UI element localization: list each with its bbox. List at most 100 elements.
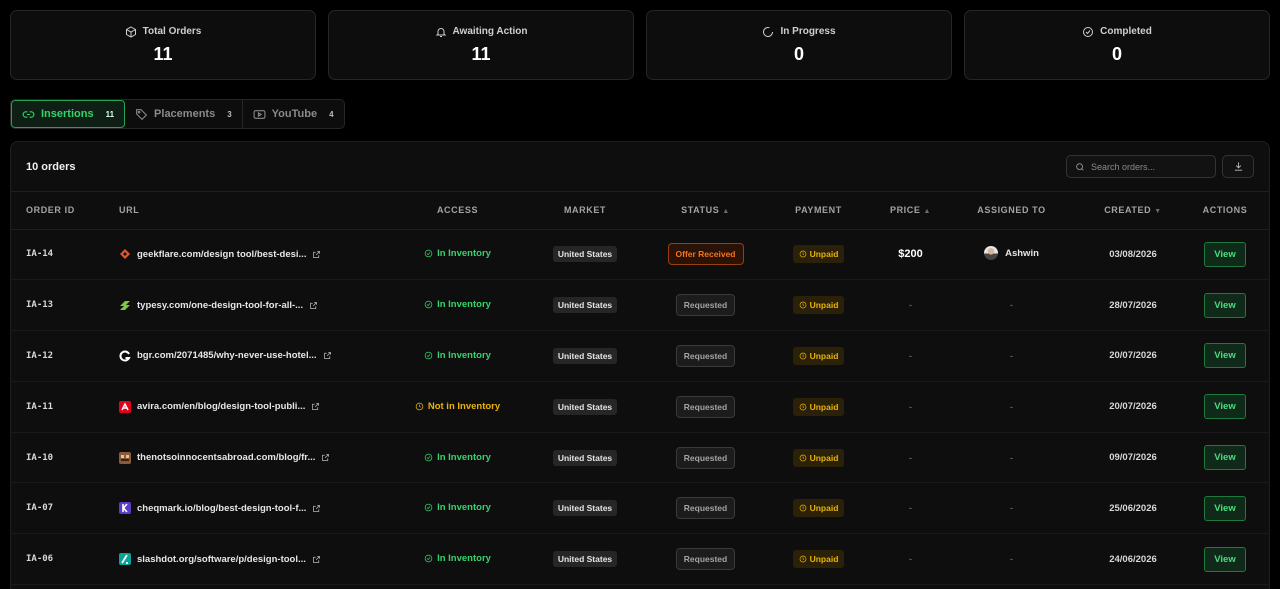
assignee: - bbox=[936, 533, 1087, 586]
stat-value: 0 bbox=[793, 43, 804, 64]
price: - bbox=[885, 432, 936, 484]
status-badge: Requested bbox=[675, 395, 736, 418]
order-id: IA-12 bbox=[11, 330, 104, 382]
avatar bbox=[984, 246, 999, 261]
tab-count: 4 bbox=[329, 109, 334, 119]
price: - bbox=[885, 279, 936, 332]
url-text: avira.com/en/blog/design-tool-publi... bbox=[137, 401, 306, 413]
payment-text: Unpaid bbox=[809, 401, 839, 412]
order-type-tabs: Insertions 11 Placements 3 YouTube 4 bbox=[10, 99, 345, 129]
external-link-icon bbox=[312, 403, 320, 411]
col-status[interactable]: STATUS ▲ bbox=[659, 192, 752, 230]
clock-icon bbox=[799, 555, 806, 563]
view-button[interactable]: View bbox=[1204, 394, 1246, 420]
stat-card-completed: Completed 0 bbox=[964, 10, 1270, 80]
link-icon bbox=[22, 110, 35, 118]
sort-up-icon: ▲ bbox=[722, 208, 730, 216]
view-button[interactable]: View bbox=[1204, 292, 1246, 318]
url-link[interactable]: avira.com/en/blog/design-tool-publi... bbox=[119, 400, 404, 413]
col-url: URL bbox=[104, 192, 404, 230]
order-id: IA-06 bbox=[11, 533, 104, 586]
bgr-favicon-icon bbox=[119, 350, 131, 362]
tab-insertions[interactable]: Insertions 11 bbox=[11, 100, 126, 128]
payment-badge: Unpaid bbox=[792, 346, 845, 365]
market-badge: United States bbox=[552, 297, 618, 314]
order-id: IA-11 bbox=[11, 381, 104, 433]
external-link-icon bbox=[310, 301, 317, 309]
status-badge: Offer Received bbox=[667, 243, 744, 266]
col-created[interactable]: CREATED ▼ bbox=[1087, 192, 1179, 230]
price: - bbox=[885, 533, 936, 586]
status-badge: Requested bbox=[675, 344, 736, 367]
market-badge: United States bbox=[552, 398, 618, 415]
payment-text: Unpaid bbox=[809, 452, 839, 463]
sort-down-icon: ▼ bbox=[1154, 208, 1162, 216]
view-button[interactable]: View bbox=[1204, 241, 1246, 267]
url-text: thenotsoinnocentsabroad.com/blog/fr... bbox=[137, 452, 316, 464]
stat-value: 0 bbox=[1111, 43, 1122, 64]
view-button[interactable]: View bbox=[1204, 495, 1246, 521]
access-badge: In Inventory bbox=[424, 553, 491, 564]
table-row: IA-07 cheqmark.io/blog/best-design-tool-… bbox=[11, 482, 1269, 535]
url-link[interactable]: cheqmark.io/blog/best-design-tool-f... bbox=[119, 502, 404, 515]
tab-youtube[interactable]: YouTube 4 bbox=[243, 100, 344, 128]
assignee-name: Ashwin bbox=[1005, 247, 1039, 259]
payment-text: Unpaid bbox=[809, 554, 839, 565]
stat-card-in-progress: In Progress 0 bbox=[646, 10, 952, 80]
col-price[interactable]: PRICE ▲ bbox=[885, 192, 936, 230]
orders-panel: 10 orders ORDER ID URL ACCESS MARKET STA… bbox=[10, 141, 1270, 589]
stat-label: In Progress bbox=[780, 26, 836, 37]
view-button[interactable]: View bbox=[1204, 546, 1246, 572]
access-badge: In Inventory bbox=[424, 299, 491, 310]
url-link[interactable]: slashdot.org/software/p/design-tool... bbox=[119, 553, 404, 566]
table-row: IA-13 typesy.com/one-design-tool-for-all… bbox=[11, 279, 1269, 332]
order-id: IA-07 bbox=[11, 482, 104, 535]
external-link-icon bbox=[322, 454, 330, 461]
clock-icon bbox=[799, 403, 806, 411]
cheqmark-favicon-icon bbox=[119, 502, 131, 515]
payment-badge: Unpaid bbox=[792, 550, 845, 569]
assignee: - bbox=[936, 381, 1087, 433]
view-button[interactable]: View bbox=[1204, 343, 1246, 369]
assignee: - bbox=[936, 279, 1087, 332]
col-order-id: ORDER ID bbox=[11, 192, 104, 230]
url-link[interactable]: typesy.com/one-design-tool-for-all-... bbox=[119, 299, 404, 311]
external-link-icon bbox=[323, 352, 331, 360]
url-text: bgr.com/2071485/why-never-use-hotel... bbox=[137, 350, 317, 362]
col-created-label: CREATED bbox=[1104, 205, 1152, 216]
url-link[interactable]: bgr.com/2071485/why-never-use-hotel... bbox=[119, 350, 404, 362]
thenotsoinnocentsabroad-favicon-icon bbox=[119, 451, 131, 464]
check-circle-icon bbox=[424, 554, 433, 563]
table-row: IA-10 thenotsoinnocentsabroad.com/blog/f… bbox=[11, 432, 1269, 484]
panel-header: 10 orders bbox=[11, 142, 1269, 192]
created-date: 09/07/2026 bbox=[1087, 432, 1179, 484]
tab-label: YouTube bbox=[271, 108, 318, 120]
clock-icon bbox=[799, 505, 806, 512]
col-actions: ACTIONS bbox=[1179, 192, 1269, 230]
assignee: - bbox=[936, 330, 1087, 382]
price: $200 bbox=[885, 229, 936, 281]
check-circle-icon bbox=[424, 453, 433, 461]
search-box bbox=[1066, 155, 1216, 178]
tab-label: Placements bbox=[154, 108, 216, 120]
status-badge: Requested bbox=[675, 446, 736, 469]
tab-count: 11 bbox=[105, 109, 115, 119]
order-id: IA-10 bbox=[11, 432, 104, 484]
stat-card-awaiting-action: Awaiting Action 11 bbox=[328, 10, 634, 80]
price: - bbox=[885, 330, 936, 382]
download-button[interactable] bbox=[1222, 155, 1254, 178]
url-text: cheqmark.io/blog/best-design-tool-f... bbox=[137, 502, 307, 514]
access-text: In Inventory bbox=[437, 553, 491, 565]
url-text: typesy.com/one-design-tool-for-all-... bbox=[137, 299, 304, 311]
view-button[interactable]: View bbox=[1204, 445, 1246, 471]
url-link[interactable]: geekflare.com/design tool/best-desi... bbox=[119, 248, 404, 260]
url-link[interactable]: thenotsoinnocentsabroad.com/blog/fr... bbox=[119, 451, 404, 464]
tab-placements[interactable]: Placements 3 bbox=[125, 100, 243, 128]
assignee: Ashwin bbox=[984, 246, 1039, 261]
download-icon bbox=[1234, 162, 1242, 171]
search-input[interactable] bbox=[1091, 161, 1201, 172]
external-link-icon bbox=[313, 505, 321, 512]
created-date: 20/07/2026 bbox=[1087, 381, 1179, 433]
status-badge: Requested bbox=[675, 294, 736, 317]
table-row: IA-06 slashdot.org/software/p/design-too… bbox=[11, 533, 1269, 586]
